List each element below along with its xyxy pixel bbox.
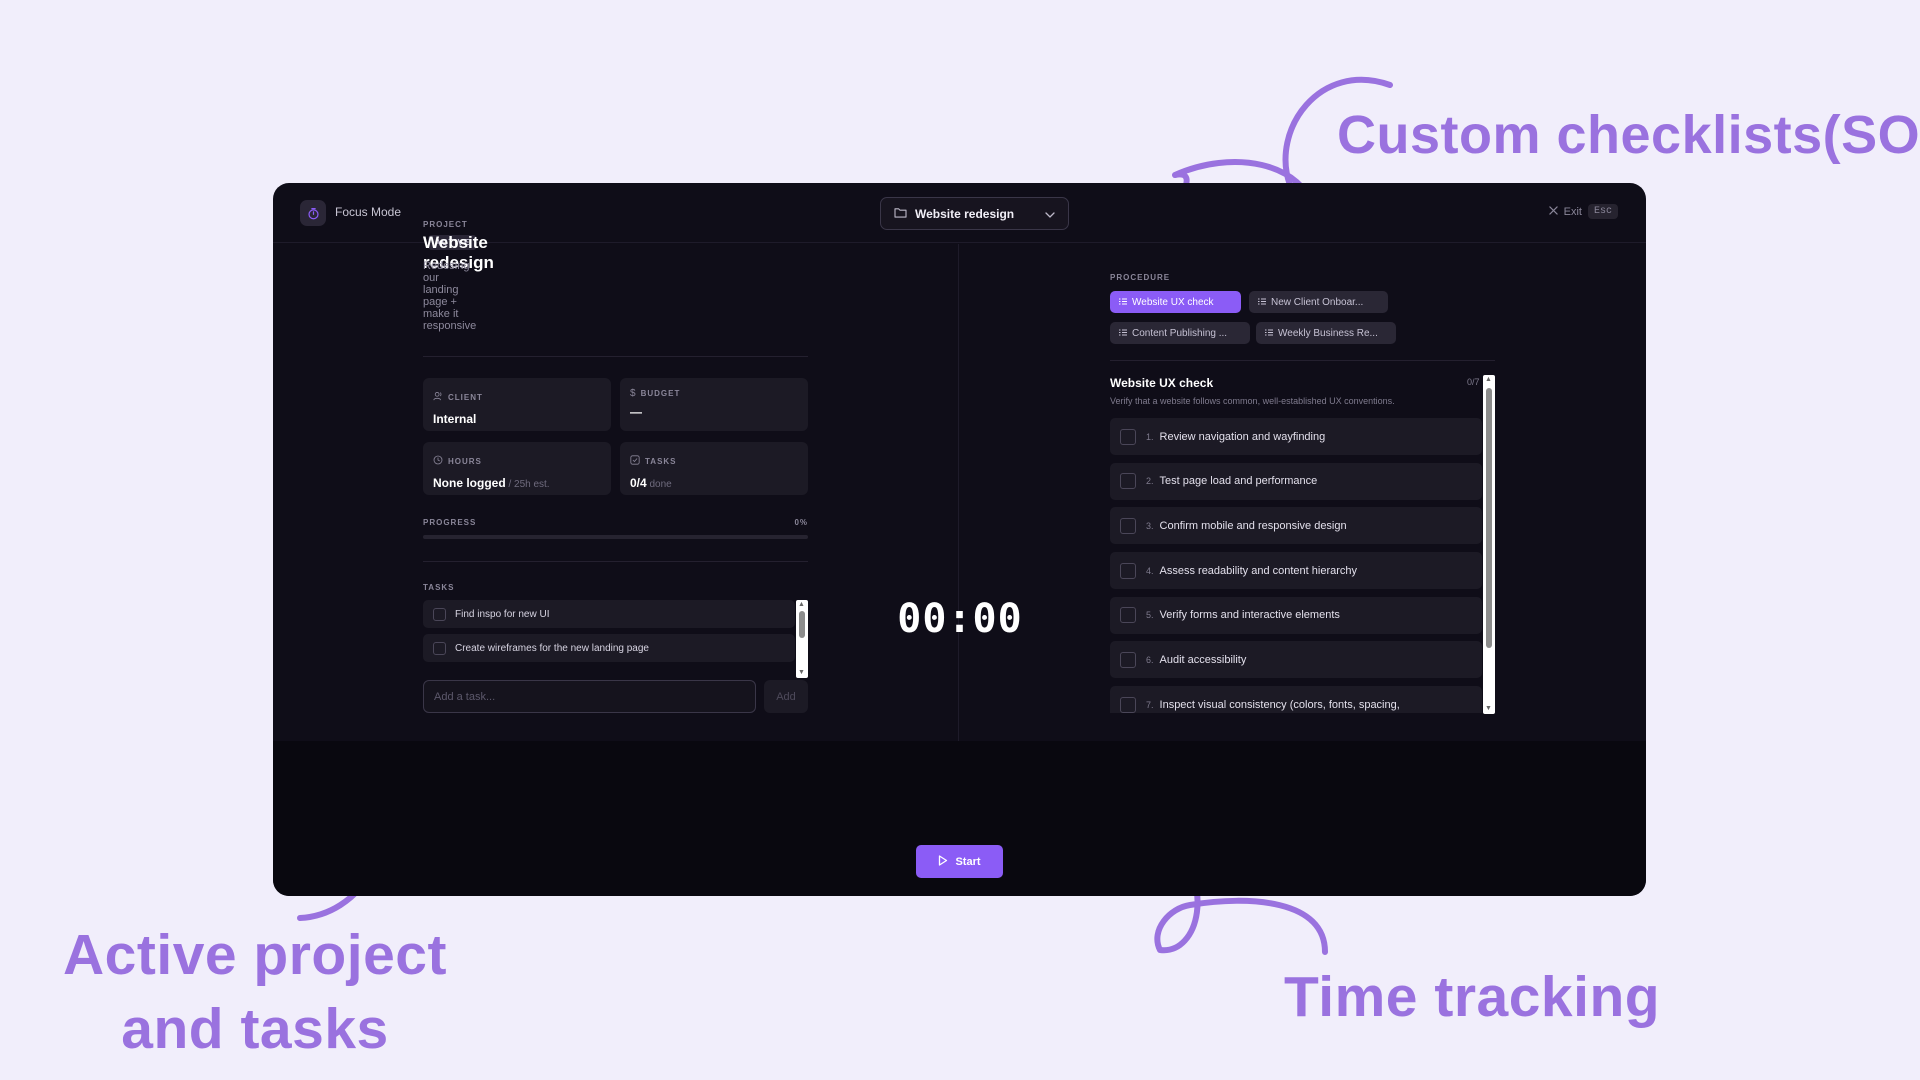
client-card: CLIENT Internal — [423, 378, 611, 431]
procedure-chip[interactable]: Content Publishing ... — [1110, 322, 1250, 344]
budget-value: — — [630, 405, 642, 419]
play-icon — [938, 854, 948, 869]
annotation-custom-checklists: Custom checklists(SOP) — [1337, 105, 1920, 165]
list-icon — [1258, 297, 1266, 308]
checklist-item-label: Audit accessibility — [1159, 653, 1247, 666]
progress-label: PROGRESS — [423, 518, 477, 527]
procedure-chip-label: Weekly Business Re... — [1278, 327, 1378, 339]
divider — [423, 356, 808, 357]
add-task-button[interactable]: Add — [764, 680, 808, 713]
checkbox-icon — [630, 452, 640, 470]
checklist-item-label: Confirm mobile and responsive design — [1159, 519, 1347, 532]
tasks-card: TASKS 0/4 done — [620, 442, 808, 495]
progress-bar — [423, 535, 808, 539]
procedure-chip-label: New Client Onboar... — [1271, 296, 1364, 308]
close-icon — [1548, 205, 1558, 218]
tasks-done-suffix: done — [646, 479, 672, 490]
hours-card: HOURS None logged / 25h est. — [423, 442, 611, 495]
checklist-checkbox[interactable] — [1120, 651, 1136, 668]
checklist-checkbox[interactable] — [1120, 428, 1136, 445]
budget-card: $ BUDGET — — [620, 378, 808, 431]
checklist-item-number: 4. — [1146, 565, 1154, 576]
hours-estimate: / 25h est. — [505, 479, 550, 490]
checklist-item[interactable]: 4. Assess readability and content hierarc… — [1110, 552, 1482, 590]
timer-display: 00:00 — [897, 596, 1023, 642]
tasks-count: 0/4 — [630, 476, 647, 490]
annotation-active-line2: and tasks — [121, 997, 389, 1061]
tasks-label: TASKS — [423, 583, 455, 592]
project-section-label: PROJECT — [423, 220, 468, 229]
tasks-value: 0/4 done — [630, 476, 798, 490]
checklist-item-number: 7. — [1146, 699, 1154, 710]
task-label: Create wireframes for the new landing pa… — [455, 642, 649, 654]
checklist-item-label: Review navigation and wayfinding — [1159, 430, 1326, 443]
annotation-time-tracking: Time tracking — [1284, 965, 1661, 1029]
checklist-item[interactable]: 7. Inspect visual consistency (colors, fo… — [1110, 686, 1482, 713]
client-value: Internal — [433, 412, 477, 426]
divider — [1110, 360, 1495, 361]
checklist-item-label: Inspect visual consistency (colors, font… — [1159, 698, 1400, 711]
list-icon — [1119, 328, 1127, 339]
procedure-label: PROCEDURE — [1110, 273, 1171, 282]
progress-header: PROGRESS 0% — [423, 518, 808, 527]
checklist-item-number: 2. — [1146, 476, 1154, 487]
checklist-item[interactable]: 3. Confirm mobile and responsive design — [1110, 507, 1482, 545]
checklist-item-number: 6. — [1146, 654, 1154, 665]
budget-label: BUDGET — [640, 389, 681, 398]
checklist-description: Verify that a website follows common, we… — [1110, 396, 1395, 406]
timer-icon — [300, 200, 326, 226]
list-icon — [1265, 328, 1273, 339]
divider — [423, 561, 808, 562]
annotation-active-project: Active project and tasks — [60, 918, 450, 1066]
checklist-checkbox[interactable] — [1120, 696, 1136, 713]
start-button[interactable]: Start — [916, 845, 1003, 878]
checklist-checkbox[interactable] — [1120, 517, 1136, 534]
clock-icon — [433, 452, 443, 470]
procedure-chip-label: Website UX check — [1132, 296, 1214, 308]
hours-label: HOURS — [448, 456, 482, 466]
checklist-item-label: Test page load and performance — [1159, 475, 1318, 488]
procedure-chip[interactable]: New Client Onboar... — [1249, 291, 1388, 313]
checklist-item-label: Assess readability and content hierarchy — [1159, 564, 1358, 577]
app-title: Focus Mode — [335, 205, 402, 219]
checklist-item[interactable]: 1. Review navigation and wayfinding — [1110, 418, 1482, 455]
annotation-active-line1: Active project — [63, 923, 447, 987]
exit-label: Exit — [1563, 205, 1582, 218]
checklist-item[interactable]: 6. Audit accessibility — [1110, 641, 1482, 679]
users-icon — [433, 388, 443, 406]
procedure-chip[interactable]: Weekly Business Re... — [1256, 322, 1396, 344]
selected-project-label: Website redesign — [915, 206, 1015, 221]
procedure-chip-label: Content Publishing ... — [1132, 327, 1228, 339]
dollar-icon: $ — [630, 388, 636, 399]
checklist-item-number: 3. — [1146, 520, 1154, 531]
progress-percent: 0% — [794, 518, 808, 527]
checklist-checkbox[interactable] — [1120, 473, 1136, 490]
checklist-item-number: 1. — [1146, 431, 1154, 442]
task-checkbox[interactable] — [433, 641, 446, 655]
client-label: CLIENT — [448, 392, 483, 402]
list-icon — [1119, 297, 1127, 308]
exit-button[interactable]: Exit Esc — [1548, 204, 1618, 219]
project-description: Redesing our landing page + make it resp… — [423, 260, 477, 332]
checklist-items: 1. Review navigation and wayfinding 2. Test… — [1110, 418, 1482, 713]
hours-logged: None logged — [433, 476, 506, 490]
procedure-chip[interactable]: Website UX check — [1110, 291, 1241, 313]
chevron-down-icon — [1045, 207, 1055, 221]
tasks-stat-label: TASKS — [645, 456, 677, 466]
checklist-item[interactable]: 2. Test page load and performance — [1110, 462, 1482, 500]
hours-value: None logged / 25h est. — [433, 476, 601, 490]
folder-icon — [894, 207, 907, 221]
checklist-count: 0/7 — [1467, 377, 1480, 387]
add-task-input[interactable] — [423, 680, 756, 713]
project-selector[interactable]: Website redesign — [880, 197, 1069, 230]
checklist-title: Website UX check — [1110, 376, 1214, 390]
checklist-scrollbar[interactable]: ▲ ▼ — [1483, 375, 1495, 714]
checklist-checkbox[interactable] — [1120, 562, 1136, 579]
start-label: Start — [955, 855, 981, 868]
esc-key-hint: Esc — [1587, 204, 1618, 219]
